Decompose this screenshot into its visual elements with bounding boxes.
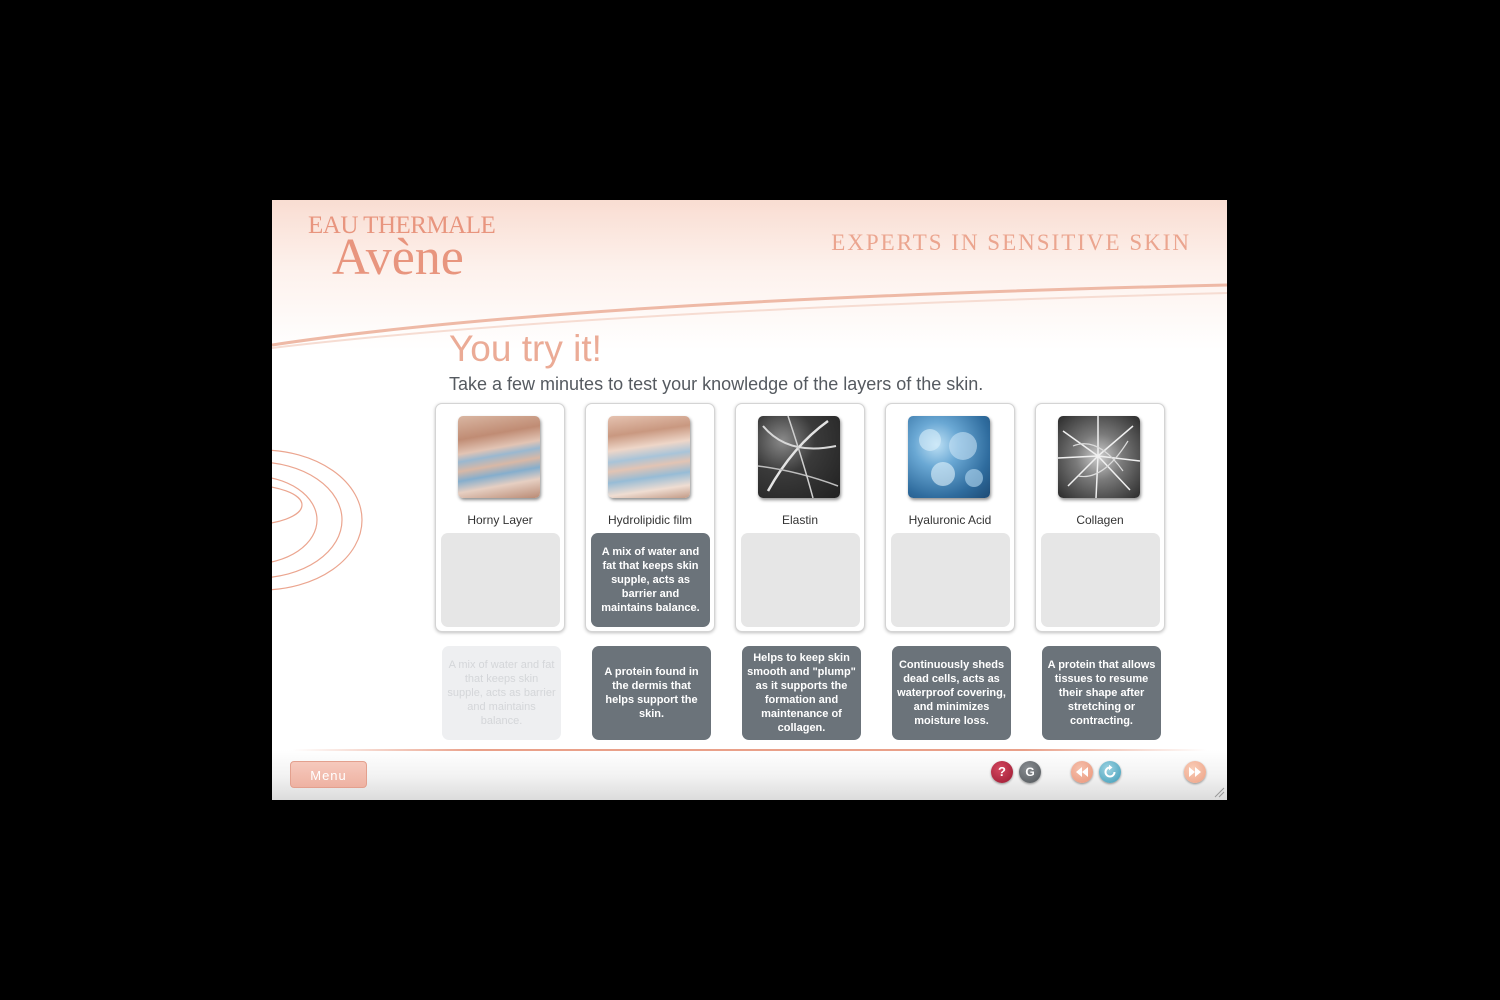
footer-divider	[292, 749, 1207, 751]
decorative-rings	[272, 449, 363, 591]
page-subtitle: Take a few minutes to test your knowledg…	[449, 374, 984, 394]
drop-zone[interactable]	[1041, 533, 1160, 627]
hydrolipidic-film-image	[608, 416, 690, 498]
page-title: You try it!	[449, 328, 602, 369]
card-label: Elastin	[781, 513, 819, 527]
fast-forward-icon	[1189, 767, 1201, 777]
definition-tile[interactable]: Continuously sheds dead cells, acts as w…	[892, 646, 1011, 740]
card-label: Hyaluronic Acid	[908, 513, 992, 527]
course-stage: EAU THERMALE Avène EXPERTS IN SENSITIVE …	[272, 200, 1227, 800]
definition-tile-used: A mix of water and fat that keeps skin s…	[442, 646, 561, 740]
placed-definition[interactable]: A mix of water and fat that keeps skin s…	[591, 533, 710, 627]
card-hyaluronic-acid: Hyaluronic Acid	[885, 403, 1015, 632]
card-collagen: Collagen	[1035, 403, 1165, 632]
replay-icon	[1104, 764, 1116, 778]
logo-avene: Avène	[332, 229, 464, 286]
drop-zone[interactable]	[741, 533, 860, 627]
definition-tile[interactable]: Helps to keep skin smooth and "plump" as…	[742, 646, 861, 740]
menu-button[interactable]: Menu	[290, 761, 367, 788]
back-button[interactable]	[1071, 761, 1093, 783]
card-label: Collagen	[1076, 513, 1124, 527]
tagline: EXPERTS IN SENSITIVE SKIN	[831, 230, 1191, 255]
definition-tile[interactable]: A protein found in the dermis that helps…	[592, 646, 711, 740]
next-button[interactable]	[1184, 761, 1206, 783]
help-button[interactable]: ?	[991, 761, 1013, 783]
drop-zone[interactable]	[891, 533, 1010, 627]
help-label: ?	[998, 764, 1006, 779]
drop-zone-filled[interactable]: A mix of water and fat that keeps skin s…	[591, 533, 710, 627]
replay-button[interactable]	[1099, 761, 1121, 783]
glossary-button[interactable]: G	[1019, 761, 1041, 783]
hyaluronic-acid-image	[908, 416, 990, 498]
drop-zone[interactable]	[441, 533, 560, 627]
card-label: Hydrolipidic film	[607, 513, 693, 527]
horny-layer-image	[458, 416, 540, 498]
definition-tile[interactable]: A protein that allows tissues to resume …	[1042, 646, 1161, 740]
card-label: Horny Layer	[467, 513, 533, 527]
rewind-icon	[1076, 767, 1088, 777]
glossary-label: G	[1025, 765, 1035, 779]
card-horny-layer: Horny Layer	[435, 403, 565, 632]
elastin-image	[758, 416, 840, 498]
collagen-image	[1058, 416, 1140, 498]
card-elastin: Elastin	[735, 403, 865, 632]
card-hydrolipidic-film: Hydrolipidic film A mix of water and fat…	[585, 403, 715, 632]
resize-grip-icon[interactable]	[1213, 786, 1225, 798]
